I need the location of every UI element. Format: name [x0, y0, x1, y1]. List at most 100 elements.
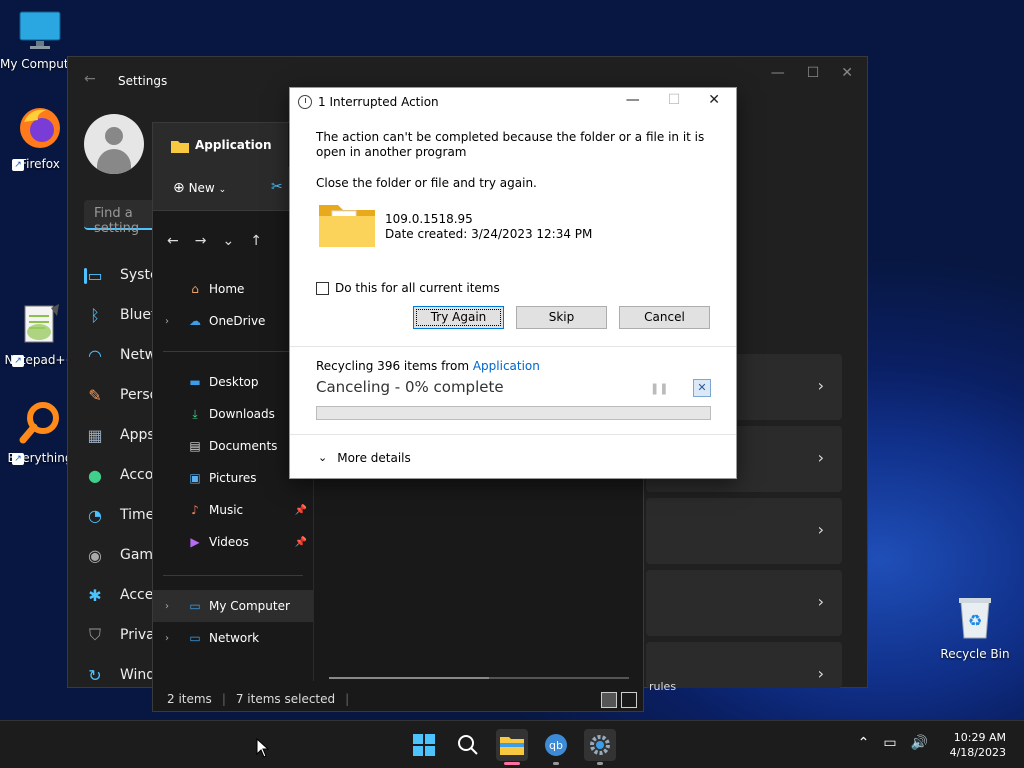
start-button[interactable] [408, 729, 440, 761]
details-view-icon[interactable] [601, 692, 617, 708]
progress-label: Canceling - 0% complete [316, 378, 504, 396]
settings-card[interactable]: › rules [646, 642, 842, 693]
expand-chevron-icon[interactable]: › [165, 601, 169, 612]
chevron-right-icon: › [817, 520, 824, 539]
plus-circle-icon: ⊕ [173, 180, 185, 196]
shortcut-arrow-icon: ↗ [12, 453, 24, 465]
network-icon[interactable]: ▭ [883, 735, 896, 751]
folder-icon [500, 737, 524, 755]
system-tray: ⌃ ▭ 🔊 [858, 735, 928, 751]
desktop-folder-icon: ▬ [189, 375, 201, 389]
sidebar-item-network[interactable]: › ▭ Network [153, 622, 313, 654]
explorer-devices: › ▭ My Computer › ▭ Network [153, 590, 313, 654]
try-again-button[interactable]: Try Again [413, 306, 504, 329]
tiles-view-icon[interactable] [621, 692, 637, 708]
shield-icon: ⛉ [88, 625, 101, 644]
sidebar-label: Videos [209, 535, 249, 549]
minimize-icon[interactable]: — [771, 65, 785, 81]
search-placeholder: Find a setting [94, 206, 140, 236]
clock-globe-icon: ◔ [88, 505, 102, 525]
tab-application[interactable]: Application [153, 123, 288, 167]
chevron-right-icon: › [817, 592, 824, 611]
source-folder-link[interactable]: Application [473, 359, 540, 373]
search-button[interactable] [452, 729, 484, 761]
status-selected-count: 7 items selected [235, 692, 336, 706]
apply-all-checkbox[interactable]: Do this for all current items [316, 281, 500, 295]
taskbar-qbittorrent[interactable]: qb [540, 729, 572, 765]
dialog-titlebar: 1 Interrupted Action — ☐ ✕ [290, 88, 736, 116]
download-icon: ⤓ [192, 406, 198, 421]
dialog-title: 1 Interrupted Action [318, 95, 439, 109]
pin-icon: 📌 [294, 504, 307, 516]
chevron-up-icon[interactable]: ⌃ [858, 735, 870, 751]
forward-arrow-icon[interactable]: → [195, 233, 207, 249]
view-toggle [601, 692, 637, 708]
sidebar-label: Desktop [209, 375, 259, 389]
person-icon: ● [88, 465, 102, 485]
file-name: 109.0.1518.95 [385, 212, 473, 226]
network-icon: ▭ [189, 631, 201, 645]
more-details-toggle[interactable]: ⌄ More details [290, 434, 736, 480]
sidebar-label: Home [209, 282, 245, 296]
nav-label: Apps [120, 427, 155, 443]
horizontal-scrollbar[interactable] [329, 677, 489, 679]
recycling-text: Recycling 396 items from [316, 359, 473, 373]
svg-text:qb: qb [549, 739, 563, 752]
document-icon: ▤ [189, 439, 201, 453]
volume-icon[interactable]: 🔊 [911, 735, 928, 751]
taskbar-clock[interactable]: 10:29 AM 4/18/2023 [950, 730, 1006, 760]
tab-label: Application [195, 138, 272, 152]
taskbar-settings[interactable] [584, 729, 616, 765]
divider [163, 575, 303, 576]
settings-card[interactable]: › [646, 498, 842, 564]
skip-button[interactable]: Skip [516, 306, 607, 329]
new-button[interactable]: ⊕ New ⌄ [173, 180, 226, 196]
interrupted-action-dialog: 1 Interrupted Action — ☐ ✕ The action ca… [289, 87, 737, 479]
active-indicator [504, 762, 520, 765]
back-arrow-icon[interactable]: ← [84, 71, 96, 87]
file-info: 109.0.1518.95 Date created: 3/24/2023 12… [385, 212, 592, 242]
divider [163, 351, 303, 352]
home-icon: ⌂ [191, 282, 199, 296]
magnifier-icon [19, 402, 59, 444]
sidebar-label: My Computer [209, 599, 290, 613]
avatar[interactable] [84, 114, 144, 174]
sidebar-item-my-computer[interactable]: › ▭ My Computer [153, 590, 313, 622]
sidebar-label: Pictures [209, 471, 257, 485]
progress-bar [316, 406, 711, 420]
clock-icon [298, 95, 312, 109]
settings-card[interactable]: › [646, 570, 842, 636]
sidebar-label: Music [209, 503, 244, 517]
dialog-instruction: Close the folder or file and try again. [316, 176, 537, 190]
minimize-icon[interactable]: — [626, 92, 640, 108]
sidebar-label: Network [209, 631, 260, 645]
divider [290, 346, 736, 347]
cancel-operation-icon[interactable]: ✕ [693, 379, 711, 397]
close-icon[interactable]: ✕ [708, 92, 720, 108]
expand-chevron-icon[interactable]: › [165, 633, 169, 644]
shortcut-arrow-icon: ↗ [12, 355, 24, 367]
up-arrow-icon[interactable]: ↑ [250, 233, 262, 249]
sidebar-label: OneDrive [209, 314, 266, 328]
back-arrow-icon[interactable]: ← [167, 233, 179, 249]
sidebar-item-videos[interactable]: ▶ Videos 📌 [153, 526, 313, 558]
dialog-message: The action can't be completed because th… [316, 130, 705, 159]
computer-icon: ▭ [189, 599, 201, 613]
music-icon: ♪ [191, 503, 199, 517]
cancel-button[interactable]: Cancel [619, 306, 710, 329]
checkbox-label: Do this for all current items [335, 281, 500, 295]
scissors-icon[interactable]: ✂ [271, 179, 283, 195]
desktop-icon-recycle-bin[interactable]: ♻ Recycle Bin [935, 594, 1015, 661]
close-icon[interactable]: ✕ [841, 65, 853, 81]
chevron-down-icon: ⌄ [318, 451, 328, 464]
taskbar-file-explorer[interactable] [496, 729, 528, 765]
chevron-down-icon[interactable]: ⌄ [222, 233, 234, 249]
chevron-right-icon: › [817, 448, 824, 467]
sidebar-item-music[interactable]: ♪ Music 📌 [153, 494, 313, 526]
desktop-icon-label: Recycle Bin [940, 647, 1010, 661]
expand-chevron-icon[interactable]: › [165, 316, 169, 327]
maximize-icon: ☐ [667, 92, 681, 108]
maximize-icon[interactable]: ☐ [807, 65, 820, 81]
checkbox[interactable] [316, 281, 329, 295]
pause-icon: ❚❚ [650, 382, 669, 395]
